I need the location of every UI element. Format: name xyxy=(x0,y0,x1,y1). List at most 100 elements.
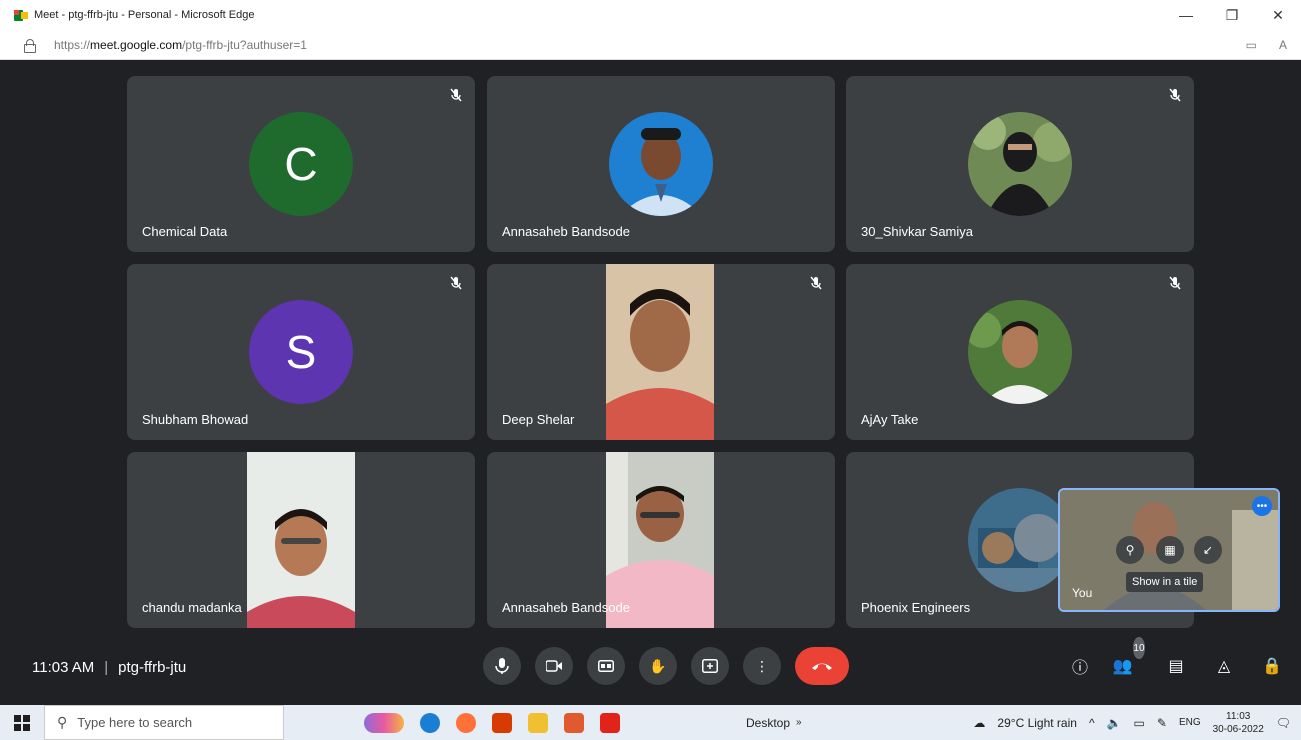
hang-up-icon xyxy=(812,663,832,670)
firefox-icon[interactable] xyxy=(456,712,476,733)
participant-name: chandu madanka xyxy=(142,600,242,615)
clock-date: 30-06-2022 xyxy=(1212,723,1264,735)
clock-time: 11:03 xyxy=(1226,710,1251,722)
more-options-button[interactable]: ⋮ xyxy=(743,647,781,685)
camera-icon xyxy=(546,660,562,672)
edge-icon[interactable] xyxy=(420,712,440,733)
participant-name: AjAy Take xyxy=(861,412,919,427)
weather-text[interactable]: 29°C Light rain xyxy=(997,716,1077,730)
url-host: meet.google.com xyxy=(90,37,183,52)
read-aloud-icon[interactable]: A xyxy=(1279,38,1287,52)
search-placeholder: Type here to search xyxy=(77,715,193,730)
mic-off-icon xyxy=(810,276,822,290)
url-prefix: https:// xyxy=(54,37,91,52)
captions-icon xyxy=(598,660,614,672)
presentation-app-icon[interactable] xyxy=(564,712,584,733)
participant-tile[interactable]: Deep Shelar xyxy=(487,264,835,440)
volume-icon[interactable]: 🔈 xyxy=(1107,716,1122,730)
microphone-button[interactable] xyxy=(483,647,521,685)
meet-favicon-icon xyxy=(14,9,28,21)
window-title: Meet - ptg-ffrb-jtu - Personal - Microso… xyxy=(34,9,255,21)
present-icon xyxy=(702,659,718,673)
office-icon[interactable] xyxy=(492,712,512,733)
notifications-icon[interactable]: 🗨 xyxy=(1276,716,1291,730)
avatar xyxy=(968,300,1072,404)
leave-call-button[interactable] xyxy=(795,647,849,685)
self-view[interactable]: ••• ⚲ ▦ ↙ Show in a tile You xyxy=(1058,488,1280,612)
network-icon[interactable]: ▭ xyxy=(1134,716,1145,730)
start-button[interactable] xyxy=(0,705,44,740)
lock-icon[interactable] xyxy=(24,38,36,53)
meet-stage: C Chemical Data Annasaheb Bandsode 30_Sh… xyxy=(0,60,1301,705)
tray-chevron-icon[interactable]: ^ xyxy=(1089,716,1095,730)
host-controls-icon[interactable]: 🔒 xyxy=(1261,655,1283,677)
windows-taskbar: ⚲ Type here to search Desktop » ☁ 29°C L… xyxy=(0,705,1301,740)
mic-off-icon xyxy=(450,88,462,102)
toolbar-overflow-icon[interactable]: » xyxy=(796,717,802,728)
browser-title-bar: Meet - ptg-ffrb-jtu - Personal - Microso… xyxy=(0,0,1301,30)
widgets-icon[interactable] xyxy=(364,712,404,733)
meeting-code: ptg-ffrb-jtu xyxy=(118,659,187,676)
participant-tile[interactable]: Annasaheb Bandsode xyxy=(487,76,835,252)
avatar xyxy=(609,112,713,216)
participant-name: Chemical Data xyxy=(142,224,228,239)
hand-icon: ✋ xyxy=(649,657,667,674)
address-bar[interactable]: https://meet.google.com/ptg-ffrb-jtu?aut… xyxy=(0,30,1301,60)
participant-tile[interactable]: Annasaheb Bandsode xyxy=(487,452,835,628)
activities-icon[interactable]: ◬ xyxy=(1213,655,1235,677)
language-indicator[interactable]: ENG xyxy=(1179,717,1201,728)
participant-tile[interactable]: 30_Shivkar Samiya xyxy=(846,76,1194,252)
participant-tile[interactable]: C Chemical Data xyxy=(127,76,475,252)
mic-off-icon xyxy=(450,276,462,290)
participant-video xyxy=(606,264,714,440)
camera-button[interactable] xyxy=(535,647,573,685)
avatar: C xyxy=(249,112,353,216)
participant-name: Deep Shelar xyxy=(502,412,575,427)
url-path: /ptg-ffrb-jtu?authuser=1 xyxy=(182,37,307,52)
camera-permission-icon[interactable]: ▭ xyxy=(1246,38,1257,52)
raise-hand-button[interactable]: ✋ xyxy=(639,647,677,685)
avatar xyxy=(968,112,1072,216)
captions-button[interactable] xyxy=(587,647,625,685)
windows-logo-icon xyxy=(14,714,30,731)
taskbar-search-box[interactable]: ⚲ Type here to search xyxy=(44,705,284,740)
tooltip: Show in a tile xyxy=(1126,572,1204,592)
participant-tile[interactable]: S Shubham Bhowad xyxy=(127,264,475,440)
minimize-icon[interactable]: — xyxy=(1163,0,1209,30)
pen-icon[interactable]: ✎ xyxy=(1157,716,1167,730)
weather-icon[interactable]: ☁ xyxy=(973,716,985,730)
meeting-info: 11:03 AM | ptg-ffrb-jtu xyxy=(32,659,187,676)
people-count-badge: 10 xyxy=(1133,637,1145,659)
desktop-toolbar-label[interactable]: Desktop xyxy=(746,716,790,730)
mic-off-icon xyxy=(1169,276,1181,290)
participant-tile[interactable]: AjAy Take xyxy=(846,264,1194,440)
chat-icon[interactable]: ▤ xyxy=(1165,655,1187,677)
mic-off-icon xyxy=(1169,88,1181,102)
meet-control-bar: 11:03 AM | ptg-ffrb-jtu ✋ ⋮ ⓘ 👥 10 ▤ ◬ 🔒 xyxy=(0,637,1301,705)
meeting-details-icon[interactable]: ⓘ xyxy=(1069,655,1091,677)
avatar xyxy=(968,488,1072,592)
taskbar-clock[interactable]: 11:03 30-06-2022 xyxy=(1213,710,1264,736)
file-explorer-icon[interactable] xyxy=(528,712,548,733)
acrobat-icon[interactable] xyxy=(600,712,620,733)
pin-icon[interactable]: ⚲ xyxy=(1116,536,1144,564)
participant-name: Annasaheb Bandsode xyxy=(502,224,630,239)
participant-tile[interactable]: chandu madanka xyxy=(127,452,475,628)
search-icon: ⚲ xyxy=(57,714,68,730)
close-icon[interactable]: ✕ xyxy=(1255,0,1301,30)
participant-name: Shubham Bhowad xyxy=(142,412,249,427)
present-button[interactable] xyxy=(691,647,729,685)
restore-icon[interactable]: ❐ xyxy=(1209,0,1255,30)
participant-name: Phoenix Engineers xyxy=(861,600,971,615)
avatar: S xyxy=(249,300,353,404)
participant-name: Annasaheb Bandsode xyxy=(502,600,630,615)
more-options-icon[interactable]: ••• xyxy=(1252,496,1272,516)
microphone-icon xyxy=(495,658,509,674)
people-icon[interactable]: 👥 10 xyxy=(1112,637,1145,677)
more-vert-icon: ⋮ xyxy=(755,657,769,674)
meeting-time: 11:03 AM xyxy=(32,659,95,676)
participant-video xyxy=(247,452,355,628)
tile-grid-icon[interactable]: ▦ xyxy=(1156,536,1184,564)
minimize-self-view-icon[interactable]: ↙ xyxy=(1194,536,1222,564)
participant-name: 30_Shivkar Samiya xyxy=(861,224,973,239)
